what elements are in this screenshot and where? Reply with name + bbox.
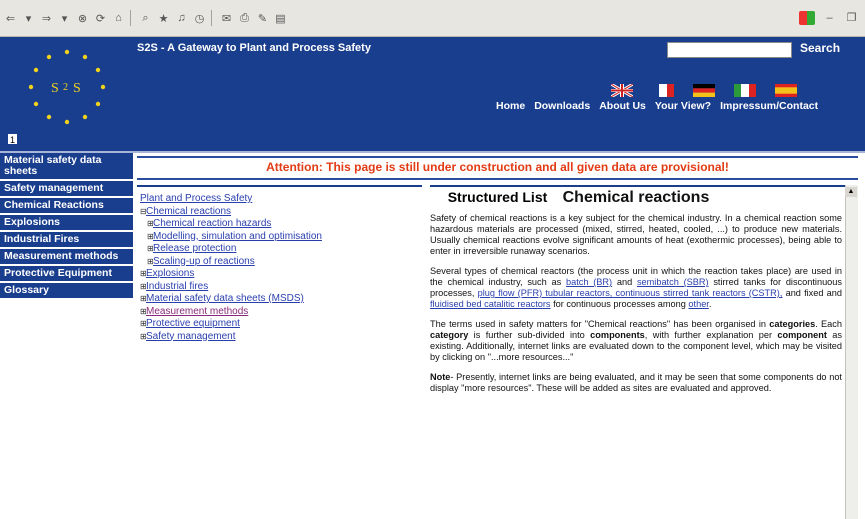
sidebar-item-glossary[interactable]: Glossary — [0, 283, 133, 298]
link-semibatch[interactable]: semibatch (SBR) — [637, 277, 709, 287]
tree-item: ⊞Modelling, simulation and optimisation — [140, 231, 420, 244]
sidebar: Material safety data sheets Safety manag… — [0, 153, 133, 300]
tree-link-safety-management[interactable]: Safety management — [146, 331, 236, 342]
dropdown-icon[interactable]: ▾ — [57, 11, 72, 26]
tree-link-scaling-up[interactable]: Scaling-up of reactions — [153, 256, 255, 267]
nav-impressum-contact[interactable]: Impressum/Contact — [720, 100, 818, 112]
flag-germany-icon[interactable] — [693, 84, 715, 97]
refresh-icon[interactable]: ⟳ — [93, 11, 108, 26]
sidebar-item-safety-management[interactable]: Safety management — [0, 181, 133, 196]
sidebar-item-material-safety-data-sheets[interactable]: Material safety data sheets — [0, 153, 133, 179]
nav-your-view[interactable]: Your View? — [655, 100, 711, 112]
eu-stars-logo-icon: S 2 S 1 — [8, 49, 106, 145]
discuss-icon[interactable]: ▤ — [273, 11, 288, 26]
flag-italy-icon[interactable] — [734, 84, 756, 97]
tree-item: ⊞Release protection — [140, 243, 420, 256]
tree-link-modelling-simulation[interactable]: Modelling, simulation and optimisation — [153, 231, 322, 242]
tree-item: ⊞Measurement methods — [140, 306, 420, 319]
content-panel: Chemical reactions Safety of chemical re… — [430, 190, 842, 403]
nav-about-us[interactable]: About Us — [599, 100, 646, 112]
content-paragraph: Safety of chemical reactions is a key su… — [430, 213, 842, 256]
divider — [137, 178, 858, 180]
flag-spain-icon[interactable] — [775, 84, 797, 97]
svg-text:S: S — [73, 81, 81, 96]
home-icon[interactable]: ⌂ — [111, 11, 126, 26]
dropdown-icon[interactable]: ▾ — [21, 11, 36, 26]
tree-item: ⊞Scaling-up of reactions — [140, 256, 420, 269]
link-plug-flow[interactable]: plug flow (PFR) tubular reactors, contin… — [478, 288, 783, 298]
link-batch[interactable]: batch (BR) — [566, 277, 612, 287]
search-input[interactable] — [667, 42, 792, 58]
sidebar-item-protective-equipment[interactable]: Protective Equipment — [0, 266, 133, 281]
tree-link-industrial-fires[interactable]: Industrial fires — [146, 281, 208, 292]
content-scrollbar[interactable] — [845, 185, 858, 519]
edit-icon[interactable]: ✎ — [255, 11, 270, 26]
tree-link-protective-equipment[interactable]: Protective equipment — [146, 318, 240, 329]
browser-toolbar: ⇐ ▾ ⇒ ▾ ⊗ ⟳ ⌂ ⌕ ★ ♫ ◷ ✉ ⎙ ✎ ▤ – ❐ — [0, 0, 865, 37]
tree-root-link[interactable]: Plant and Process Safety — [140, 193, 252, 204]
tree-link-chemical-reaction-hazards[interactable]: Chemical reaction hazards — [153, 218, 271, 229]
tree-link-measurement-methods[interactable]: Measurement methods — [146, 306, 248, 317]
content-title: Chemical reactions — [562, 189, 710, 206]
link-fluidised-bed[interactable]: fluidised bed catalitic reactors — [430, 299, 551, 309]
history-icon[interactable]: ◷ — [192, 11, 207, 26]
media-icon[interactable]: ♫ — [174, 11, 189, 26]
content-paragraph: The terms used in safety matters for "Ch… — [430, 319, 842, 362]
minimize-icon[interactable]: – — [822, 10, 837, 25]
window-controls: – ❐ — [799, 10, 859, 25]
site-title: S2S - A Gateway to Plant and Process Saf… — [137, 42, 371, 54]
content-paragraph: Note- Presently, internet links are bein… — [430, 372, 842, 393]
tree-link-release-protection[interactable]: Release protection — [153, 243, 236, 254]
sidebar-item-explosions[interactable]: Explosions — [0, 215, 133, 230]
svg-text:S: S — [51, 81, 59, 96]
flag-france-icon[interactable] — [652, 84, 674, 97]
stop-icon[interactable]: ⊗ — [75, 11, 90, 26]
tree-item: ⊞Safety management — [140, 331, 420, 344]
sidebar-item-chemical-reactions[interactable]: Chemical Reactions — [0, 198, 133, 213]
search-button[interactable]: Search — [800, 41, 840, 55]
tree-item: ⊟Chemical reactions — [140, 206, 420, 219]
top-nav: Home Downloads About Us Your View? Impre… — [496, 100, 818, 112]
tree-item: ⊞Material safety data sheets (MSDS) — [140, 293, 420, 306]
restore-icon[interactable]: ❐ — [844, 10, 859, 25]
favorites-icon[interactable]: ★ — [156, 11, 171, 26]
tree-item: ⊞Protective equipment — [140, 318, 420, 331]
tree-item: ⊞Industrial fires — [140, 281, 420, 294]
tree-link-msds[interactable]: Material safety data sheets (MSDS) — [146, 293, 304, 304]
toolbar-separator — [130, 10, 131, 26]
structured-tree: Plant and Process Safety ⊟Chemical react… — [140, 193, 420, 343]
scroll-up-arrow-icon[interactable]: ▲ — [845, 187, 857, 197]
toolbar-separator — [211, 10, 212, 26]
mail-icon[interactable]: ✉ — [219, 11, 234, 26]
tree-link-explosions[interactable]: Explosions — [146, 268, 194, 279]
tree-item: ⊞Chemical reaction hazards — [140, 218, 420, 231]
attention-banner: Attention: This page is still under cons… — [266, 160, 729, 174]
sidebar-item-industrial-fires[interactable]: Industrial Fires — [0, 232, 133, 247]
nav-home[interactable]: Home — [496, 100, 525, 112]
link-other[interactable]: other — [688, 299, 708, 309]
svg-text:1: 1 — [10, 135, 15, 145]
site-logo[interactable]: S 2 S 1 — [3, 42, 131, 147]
search-icon[interactable]: ⌕ — [138, 11, 153, 26]
windows-logo-icon — [799, 10, 815, 25]
divider — [137, 156, 858, 158]
content-paragraph: Several types of chemical reactors (the … — [430, 266, 842, 309]
language-flags — [611, 84, 797, 97]
back-icon[interactable]: ⇐ — [3, 11, 18, 26]
flag-uk-icon[interactable] — [611, 84, 633, 97]
content-divider — [430, 185, 848, 187]
tree-link-chemical-reactions[interactable]: Chemical reactions — [146, 206, 231, 217]
forward-icon[interactable]: ⇒ — [39, 11, 54, 26]
print-icon[interactable]: ⎙ — [237, 11, 252, 26]
sidebar-item-measurement-methods[interactable]: Measurement methods — [0, 249, 133, 264]
tree-divider — [137, 185, 422, 187]
svg-text:2: 2 — [63, 82, 68, 93]
tree-item: ⊞Explosions — [140, 268, 420, 281]
nav-downloads[interactable]: Downloads — [534, 100, 590, 112]
